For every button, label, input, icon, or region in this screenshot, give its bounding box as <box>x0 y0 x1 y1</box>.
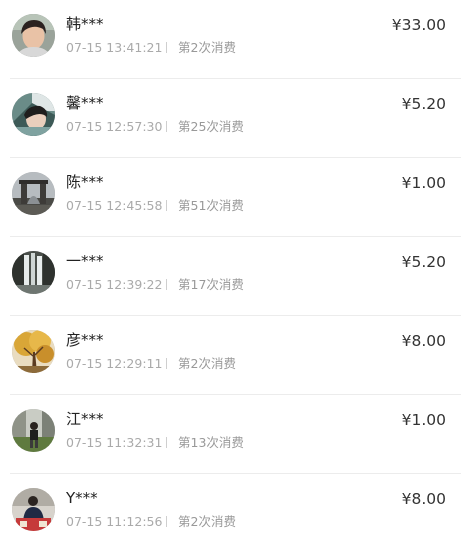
divider <box>166 358 167 369</box>
customer-name: 一*** <box>66 252 104 270</box>
record-time: 07-15 12:29:11 <box>66 356 163 371</box>
avatar-stone-arch-icon <box>12 172 55 215</box>
list-item[interactable]: Y*** 07-15 11:12:56 第2次消费 ¥8.00 <box>10 474 461 553</box>
avatar-person-street-icon <box>12 409 55 452</box>
consumption-record-list: 韩*** 07-15 13:41:21 第2次消费 ¥33.00 馨*** 07-… <box>0 0 461 553</box>
amount: ¥5.20 <box>401 95 446 113</box>
list-item[interactable]: 馨*** 07-15 12:57:30 第25次消费 ¥5.20 <box>10 79 461 158</box>
list-item[interactable]: 韩*** 07-15 13:41:21 第2次消费 ¥33.00 <box>10 0 461 79</box>
list-item[interactable]: 一*** 07-15 12:39:22 第17次消费 ¥5.20 <box>10 237 461 316</box>
record-meta: 07-15 12:29:11 第2次消费 <box>66 356 236 372</box>
record-meta: 07-15 12:57:30 第25次消费 <box>66 119 244 135</box>
record-time: 07-15 12:57:30 <box>66 119 163 134</box>
visit-count: 第17次消费 <box>178 277 244 292</box>
divider <box>166 42 167 53</box>
avatar-waterfall-icon <box>12 251 55 294</box>
record-time: 07-15 12:45:58 <box>66 198 163 213</box>
record-time: 07-15 11:32:31 <box>66 435 163 450</box>
divider <box>166 121 167 132</box>
record-meta: 07-15 13:41:21 第2次消费 <box>66 40 236 56</box>
list-item[interactable]: 江*** 07-15 11:32:31 第13次消费 ¥1.00 <box>10 395 461 474</box>
amount: ¥8.00 <box>401 332 446 350</box>
avatar-person-seated-icon <box>12 488 55 531</box>
visit-count: 第51次消费 <box>178 198 244 213</box>
divider <box>166 200 167 211</box>
customer-name: 彦*** <box>66 331 104 349</box>
amount: ¥33.00 <box>391 16 446 34</box>
record-time: 07-15 13:41:21 <box>66 40 163 55</box>
record-meta: 07-15 12:45:58 第51次消费 <box>66 198 244 214</box>
record-meta: 07-15 11:12:56 第2次消费 <box>66 514 236 530</box>
amount: ¥8.00 <box>401 490 446 508</box>
visit-count: 第13次消费 <box>178 435 244 450</box>
divider <box>166 279 167 290</box>
visit-count: 第2次消费 <box>178 514 236 529</box>
visit-count: 第2次消费 <box>178 356 236 371</box>
divider <box>166 516 167 527</box>
visit-count: 第2次消费 <box>178 40 236 55</box>
divider <box>166 437 167 448</box>
avatar-woman-selfie-icon <box>12 93 55 136</box>
visit-count: 第25次消费 <box>178 119 244 134</box>
customer-name: 陈*** <box>66 173 104 191</box>
amount: ¥1.00 <box>401 411 446 429</box>
list-item[interactable]: 彦*** 07-15 12:29:11 第2次消费 ¥8.00 <box>10 316 461 395</box>
customer-name: 馨*** <box>66 94 104 112</box>
customer-name: 江*** <box>66 410 104 428</box>
amount: ¥5.20 <box>401 253 446 271</box>
customer-name: Y*** <box>66 489 98 507</box>
customer-name: 韩*** <box>66 15 104 33</box>
record-meta: 07-15 12:39:22 第17次消费 <box>66 277 244 293</box>
amount: ¥1.00 <box>401 174 446 192</box>
record-time: 07-15 11:12:56 <box>66 514 163 529</box>
avatar-woman-portrait-icon <box>12 14 55 57</box>
record-time: 07-15 12:39:22 <box>66 277 163 292</box>
list-item[interactable]: 陈*** 07-15 12:45:58 第51次消费 ¥1.00 <box>10 158 461 237</box>
record-meta: 07-15 11:32:31 第13次消费 <box>66 435 244 451</box>
avatar-autumn-tree-icon <box>12 330 55 373</box>
